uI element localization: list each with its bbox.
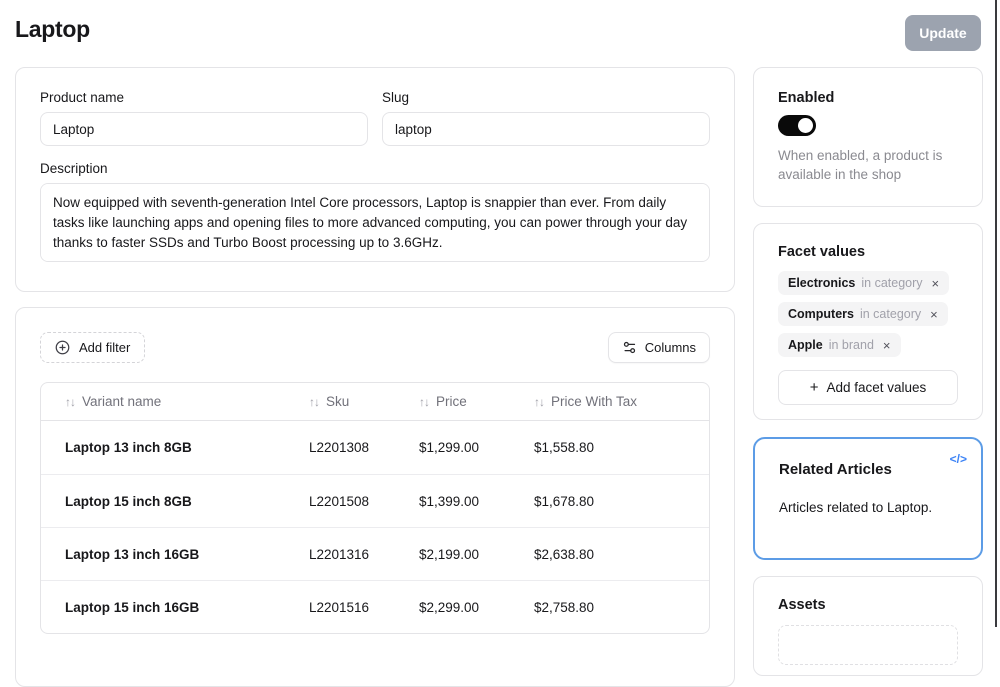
- cell-variant-name: Laptop 15 inch 8GB: [65, 494, 309, 509]
- enabled-toggle[interactable]: [778, 115, 816, 136]
- cell-sku: L2201508: [309, 494, 419, 509]
- header-label: Variant name: [82, 394, 161, 409]
- table-toolbar: Add filter Columns: [40, 332, 710, 363]
- product-name-label: Product name: [40, 90, 368, 105]
- header-price-with-tax[interactable]: ↑↓ Price With Tax: [534, 394, 709, 409]
- scrollbar[interactable]: [995, 0, 997, 627]
- facet-chip: Apple in brand ×: [778, 333, 901, 357]
- enabled-card: Enabled When enabled, a product is avail…: [753, 67, 983, 207]
- sort-icon: ↑↓: [65, 395, 75, 409]
- product-name-input[interactable]: [40, 112, 368, 146]
- update-button[interactable]: Update: [905, 15, 981, 51]
- cell-price: $1,399.00: [419, 494, 534, 509]
- add-facet-values-button[interactable]: + Add facet values: [778, 370, 958, 405]
- code-icon[interactable]: </>: [950, 452, 967, 466]
- facet-chip-name: Electronics: [788, 276, 855, 290]
- facet-chip: Computers in category ×: [778, 302, 948, 326]
- assets-card: Assets: [753, 576, 983, 676]
- cell-variant-name: Laptop 13 inch 8GB: [65, 440, 309, 455]
- plus-circle-icon: [55, 340, 70, 355]
- asset-dropzone[interactable]: [778, 625, 958, 665]
- table-header-row: ↑↓ Variant name ↑↓ Sku ↑↓ Price ↑↓ Price…: [41, 383, 709, 421]
- header-price[interactable]: ↑↓ Price: [419, 394, 534, 409]
- columns-settings-icon: [622, 340, 637, 355]
- slug-field-group: Slug: [382, 90, 710, 146]
- table-row[interactable]: Laptop 15 inch 8GB L2201508 $1,399.00 $1…: [41, 474, 709, 527]
- header-label: Price With Tax: [551, 394, 637, 409]
- cell-price-with-tax: $2,758.80: [534, 600, 709, 615]
- cell-price: $2,199.00: [419, 547, 534, 562]
- cell-price-with-tax: $1,678.80: [534, 494, 709, 509]
- cell-price: $1,299.00: [419, 440, 534, 455]
- columns-button[interactable]: Columns: [608, 332, 710, 363]
- cell-variant-name: Laptop 15 inch 16GB: [65, 600, 309, 615]
- table-row[interactable]: Laptop 13 inch 8GB L2201308 $1,299.00 $1…: [41, 421, 709, 474]
- product-name-field-group: Product name: [40, 90, 368, 146]
- sort-icon: ↑↓: [309, 395, 319, 409]
- toggle-knob: [798, 118, 813, 133]
- variants-table: ↑↓ Variant name ↑↓ Sku ↑↓ Price ↑↓ Price…: [40, 382, 710, 634]
- cell-price-with-tax: $1,558.80: [534, 440, 709, 455]
- table-row[interactable]: Laptop 13 inch 16GB L2201316 $2,199.00 $…: [41, 527, 709, 580]
- description-textarea[interactable]: Now equipped with seventh-generation Int…: [40, 183, 710, 262]
- columns-label: Columns: [645, 340, 696, 355]
- cell-sku: L2201308: [309, 440, 419, 455]
- description-label: Description: [40, 161, 710, 176]
- add-facet-values-label: Add facet values: [826, 380, 926, 395]
- page-title: Laptop: [15, 16, 90, 43]
- remove-facet-icon[interactable]: ×: [883, 339, 891, 352]
- sort-icon: ↑↓: [534, 395, 544, 409]
- header-label: Sku: [326, 394, 349, 409]
- facet-chip-qualifier: in category: [861, 276, 922, 290]
- facet-values-card: Facet values Electronics in category × C…: [753, 223, 983, 420]
- sort-icon: ↑↓: [419, 395, 429, 409]
- remove-facet-icon[interactable]: ×: [930, 308, 938, 321]
- plus-icon: +: [810, 379, 819, 396]
- header-label: Price: [436, 394, 467, 409]
- slug-label: Slug: [382, 90, 710, 105]
- related-articles-body: Articles related to Laptop.: [779, 500, 957, 515]
- facet-chip-name: Apple: [788, 338, 823, 352]
- cell-price-with-tax: $2,638.80: [534, 547, 709, 562]
- facet-chip-list: Electronics in category × Computers in c…: [778, 271, 958, 357]
- sidebar: Enabled When enabled, a product is avail…: [753, 67, 983, 676]
- main-content: Product name Slug Description Now equipp…: [15, 67, 735, 687]
- cell-sku: L2201316: [309, 547, 419, 562]
- facet-chip-qualifier: in brand: [829, 338, 874, 352]
- cell-sku: L2201516: [309, 600, 419, 615]
- product-details-card: Product name Slug Description Now equipp…: [15, 67, 735, 292]
- add-filter-button[interactable]: Add filter: [40, 332, 145, 363]
- header-sku[interactable]: ↑↓ Sku: [309, 394, 419, 409]
- slug-input[interactable]: [382, 112, 710, 146]
- header-variant-name[interactable]: ↑↓ Variant name: [65, 394, 309, 409]
- table-row[interactable]: Laptop 15 inch 16GB L2201516 $2,299.00 $…: [41, 580, 709, 633]
- facet-values-title: Facet values: [778, 244, 958, 260]
- add-filter-label: Add filter: [79, 340, 130, 355]
- enabled-help-text: When enabled, a product is available in …: [778, 146, 958, 184]
- cell-price: $2,299.00: [419, 600, 534, 615]
- facet-chip: Electronics in category ×: [778, 271, 949, 295]
- related-articles-title: Related Articles: [779, 461, 957, 478]
- enabled-title: Enabled: [778, 90, 958, 106]
- facet-chip-qualifier: in category: [860, 307, 921, 321]
- assets-title: Assets: [778, 597, 958, 613]
- description-field-group: Description Now equipped with seventh-ge…: [40, 161, 710, 267]
- cell-variant-name: Laptop 13 inch 16GB: [65, 547, 309, 562]
- facet-chip-name: Computers: [788, 307, 854, 321]
- table-body: Laptop 13 inch 8GB L2201308 $1,299.00 $1…: [41, 421, 709, 633]
- variants-card: Add filter Columns ↑↓ Variant name ↑↓ Sk…: [15, 307, 735, 687]
- remove-facet-icon[interactable]: ×: [932, 277, 940, 290]
- related-articles-card: </> Related Articles Articles related to…: [753, 437, 983, 560]
